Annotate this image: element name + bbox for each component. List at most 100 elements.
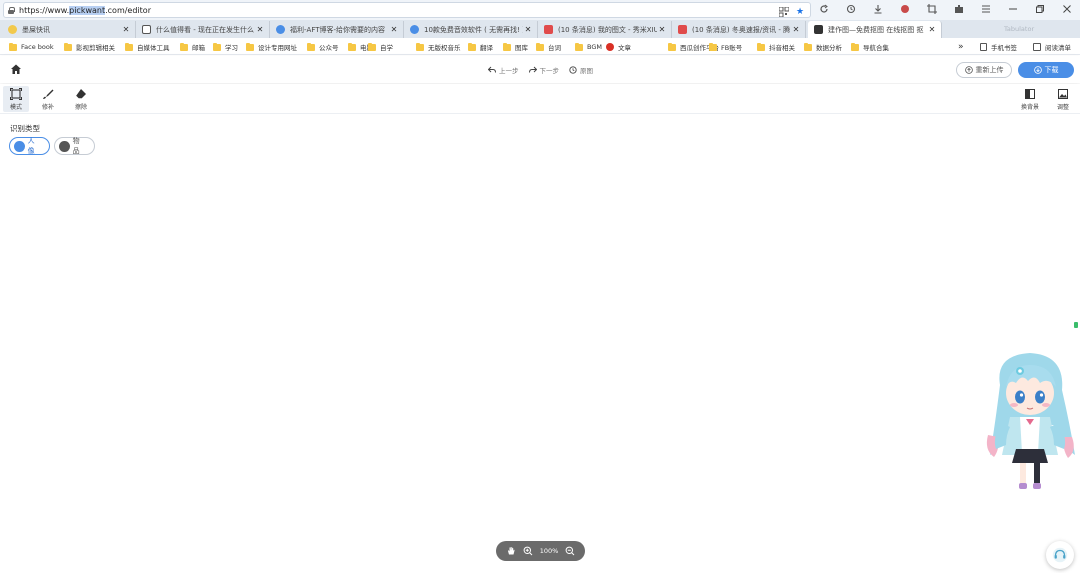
original-image-button[interactable]: 原图 bbox=[569, 65, 593, 75]
bookmark-12[interactable]: 台词 bbox=[536, 42, 561, 52]
tab-5[interactable]: (10 条消息) 冬奥速报/资讯 - 腾 ✕ bbox=[672, 21, 806, 38]
close-icon[interactable]: ✕ bbox=[523, 25, 533, 34]
restore-icon[interactable] bbox=[1034, 3, 1046, 15]
folder-icon bbox=[468, 42, 476, 51]
folder-icon bbox=[348, 42, 356, 51]
adjust-button[interactable]: 调整 bbox=[1050, 86, 1076, 112]
bookmark-11[interactable]: 图库 bbox=[503, 42, 528, 52]
folder-icon bbox=[709, 42, 717, 51]
folder-icon bbox=[246, 42, 254, 51]
url-text[interactable]: https://www.pickwant.com/editor bbox=[19, 5, 151, 15]
history-icon[interactable] bbox=[845, 3, 857, 15]
zoom-percent: 100% bbox=[539, 547, 559, 555]
tab-3[interactable]: 10款免费音效软件 ( 无需再找! ) ✕ bbox=[404, 21, 538, 38]
change-background-button[interactable]: 换背景 bbox=[1017, 86, 1043, 112]
mode-repair-button[interactable]: 修补 bbox=[35, 86, 61, 112]
bookmark-14[interactable]: 文章 bbox=[606, 42, 631, 52]
folder-icon bbox=[307, 42, 315, 51]
bookmark-3[interactable]: 邮箱 bbox=[180, 42, 205, 52]
minimize-icon[interactable] bbox=[1007, 3, 1019, 15]
close-icon[interactable]: ✕ bbox=[657, 25, 667, 34]
bookmark-1[interactable]: 影视剪辑相关 bbox=[64, 42, 115, 52]
headset-icon bbox=[1052, 547, 1068, 563]
bookmark-5[interactable]: 设计专用网址 bbox=[246, 42, 297, 52]
refresh-icon[interactable] bbox=[818, 3, 830, 15]
zoom-in-icon[interactable] bbox=[523, 546, 533, 556]
star-bookmark-icon[interactable]: ★ bbox=[794, 6, 806, 18]
recognition-person-chip[interactable]: 人像 bbox=[9, 137, 50, 155]
puzzle-extensions-icon[interactable] bbox=[953, 3, 965, 15]
bookmark-17[interactable]: 抖音相关 bbox=[757, 42, 795, 52]
editor-toolbar: 上一步 下一步 原图 重新上传 下载 bbox=[0, 56, 1080, 83]
bookmark-18[interactable]: 数据分析 bbox=[804, 42, 842, 52]
tab-0[interactable]: 墨屎快讯 ✕ bbox=[2, 21, 136, 38]
redo-icon bbox=[528, 66, 537, 73]
person-icon bbox=[14, 140, 25, 152]
folder-icon bbox=[180, 42, 188, 51]
folder-icon bbox=[575, 42, 583, 51]
scroll-thumb[interactable] bbox=[1074, 322, 1078, 328]
zoom-control: 100% bbox=[496, 541, 585, 561]
recognition-type-title: 识别类型 bbox=[10, 124, 40, 133]
bookmark-mobile[interactable]: 手机书签 bbox=[980, 42, 1017, 52]
bookmark-4[interactable]: 学习 bbox=[213, 42, 238, 52]
folder-icon bbox=[503, 42, 511, 51]
mode-label: 调整 bbox=[1056, 103, 1069, 111]
tab-2[interactable]: 福利-AFT博客-给你需要的内容 ✕ bbox=[270, 21, 404, 38]
bookmark-0[interactable]: Face book bbox=[9, 42, 54, 52]
mode-erase-button[interactable]: 擦除 bbox=[68, 86, 94, 112]
split-compare-icon bbox=[1025, 88, 1035, 99]
bookmark-6[interactable]: 公众号 bbox=[307, 42, 339, 52]
download-button[interactable]: 下载 bbox=[1018, 62, 1074, 78]
mode-select-button[interactable]: 模式 bbox=[3, 86, 29, 112]
address-bar[interactable]: https://www.pickwant.com/editor ★ bbox=[3, 2, 811, 18]
recognition-object-chip[interactable]: 物品 bbox=[54, 137, 95, 155]
hand-pan-icon[interactable] bbox=[506, 546, 516, 556]
bookmark-16[interactable]: FB账号 bbox=[709, 42, 742, 52]
scroll-indicator[interactable] bbox=[1074, 298, 1078, 330]
close-icon[interactable]: ✕ bbox=[927, 25, 937, 34]
bookmarks-more[interactable]: » bbox=[958, 42, 964, 52]
close-icon[interactable]: ✕ bbox=[121, 25, 131, 34]
bookmark-reading-list[interactable]: 阅读清单 bbox=[1033, 42, 1071, 52]
close-window-icon[interactable] bbox=[1061, 3, 1073, 15]
reading-list-icon bbox=[1033, 43, 1041, 51]
object-icon bbox=[59, 140, 70, 152]
home-icon[interactable] bbox=[10, 63, 22, 75]
tab-4[interactable]: (10 条消息) 我的图文 - 秀米XIU ✕ bbox=[538, 21, 672, 38]
qr-code-icon[interactable] bbox=[778, 6, 790, 18]
tab-1[interactable]: 什么值得看 - 现在正在发生什么 ✕ bbox=[136, 21, 270, 38]
zoom-out-icon[interactable] bbox=[565, 546, 575, 556]
chip-label: 物品 bbox=[72, 137, 80, 155]
customer-service-button[interactable] bbox=[1046, 541, 1074, 569]
lock-icon bbox=[8, 6, 15, 14]
mode-bar: 模式 修补 擦除 换背景 调整 bbox=[0, 84, 1080, 114]
tab-title: 福利-AFT博客-给你需要的内容 bbox=[290, 25, 386, 34]
close-icon[interactable]: ✕ bbox=[791, 25, 801, 34]
folder-icon bbox=[668, 42, 676, 51]
tab-favicon-icon bbox=[8, 25, 17, 34]
bookmark-8[interactable]: 自学 bbox=[368, 42, 393, 52]
bookmark-2[interactable]: 自媒体工具 bbox=[125, 42, 170, 52]
reupload-button[interactable]: 重新上传 bbox=[956, 62, 1012, 78]
folder-icon bbox=[851, 42, 859, 51]
crop-tool-icon[interactable] bbox=[926, 3, 938, 15]
folder-icon bbox=[368, 42, 376, 51]
browser-window: https://www.pickwant.com/editor ★ 墨屎快讯 ✕… bbox=[0, 0, 1080, 573]
bookmark-19[interactable]: 导航合集 bbox=[851, 42, 889, 52]
mode-label: 擦除 bbox=[74, 103, 87, 111]
close-icon[interactable]: ✕ bbox=[389, 25, 399, 34]
download-manager-icon[interactable] bbox=[872, 3, 884, 15]
close-icon[interactable]: ✕ bbox=[255, 25, 265, 34]
tab-6-active[interactable]: 建作图—免费抠图 在线抠图 抠 ✕ bbox=[808, 21, 942, 38]
chip-label: 人像 bbox=[27, 137, 35, 155]
reupload-label: 重新上传 bbox=[975, 66, 1004, 74]
menu-icon[interactable] bbox=[980, 3, 992, 15]
tab-favicon-icon bbox=[544, 25, 553, 34]
extension-red-icon[interactable] bbox=[899, 3, 911, 15]
bookmark-9[interactable]: 无版权音乐 bbox=[416, 42, 461, 52]
redo-button[interactable]: 下一步 bbox=[528, 65, 559, 75]
bookmark-13[interactable]: BGM bbox=[575, 42, 602, 52]
bookmark-10[interactable]: 翻译 bbox=[468, 42, 493, 52]
undo-button[interactable]: 上一步 bbox=[488, 65, 519, 75]
